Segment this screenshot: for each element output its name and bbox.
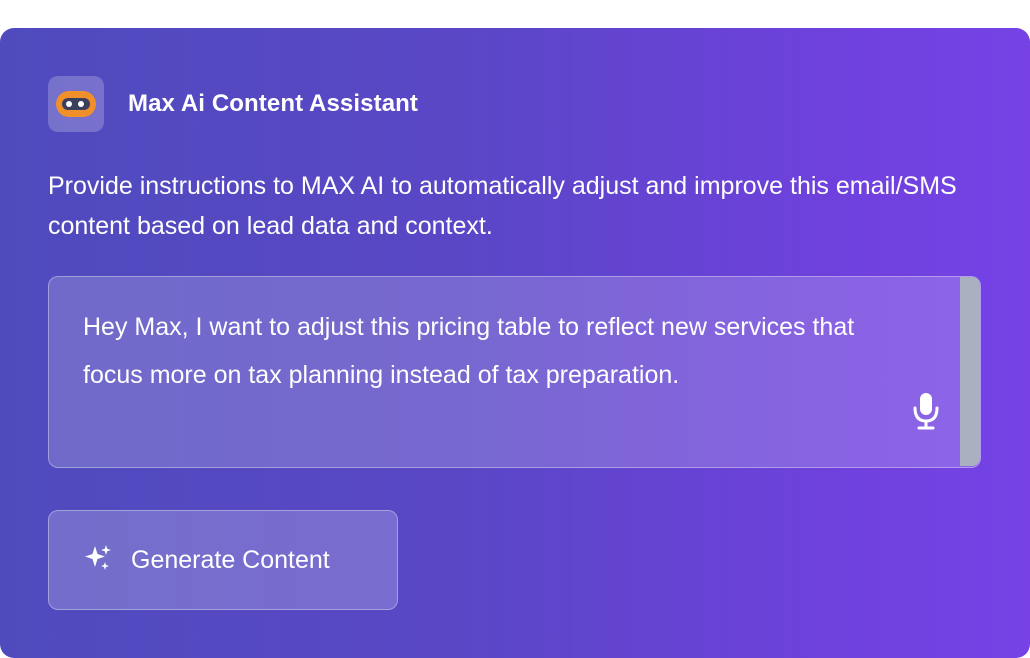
generate-content-button[interactable]: Generate Content <box>48 510 398 610</box>
assistant-description: Provide instructions to MAX AI to automa… <box>48 172 957 240</box>
sparkles-icon <box>83 543 113 578</box>
assistant-header: Max Ai Content Assistant <box>48 76 418 132</box>
assistant-title: Max Ai Content Assistant <box>128 90 418 117</box>
input-scrollbar[interactable] <box>960 277 980 466</box>
microphone-icon[interactable] <box>911 391 941 431</box>
generate-content-label: Generate Content <box>131 545 330 574</box>
robot-face-icon <box>48 76 104 132</box>
instruction-input-value[interactable]: Hey Max, I want to adjust this pricing t… <box>83 303 873 399</box>
instruction-input[interactable]: Hey Max, I want to adjust this pricing t… <box>48 276 981 468</box>
content-assistant-card: Max Ai Content Assistant Provide instruc… <box>0 28 1030 658</box>
